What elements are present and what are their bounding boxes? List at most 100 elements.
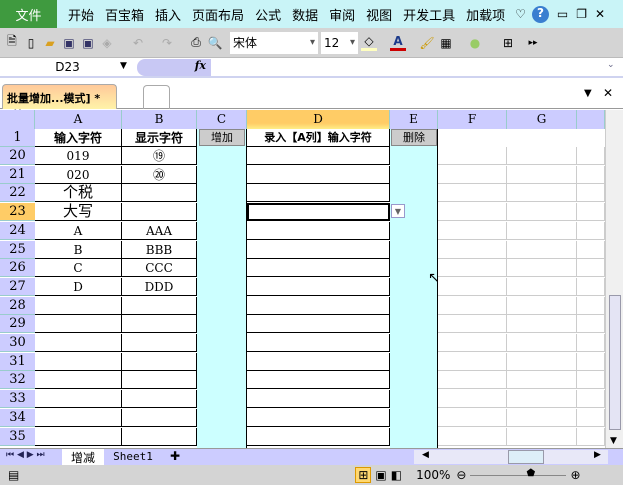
cell-b[interactable]: DDD: [122, 277, 197, 296]
row-header[interactable]: 27: [0, 277, 35, 296]
normal-view-icon[interactable]: ⊞: [355, 467, 372, 483]
format-painter-icon[interactable]: 🖌: [419, 35, 435, 51]
cell[interactable]: [438, 334, 507, 352]
row-header[interactable]: 21: [0, 165, 35, 184]
file-menu[interactable]: 文件: [0, 0, 57, 28]
cell-b[interactable]: [122, 296, 197, 315]
cell-d[interactable]: [247, 147, 390, 165]
cell-b[interactable]: [122, 427, 197, 446]
cell-a[interactable]: [35, 408, 122, 427]
cell-b[interactable]: ⑲: [122, 147, 197, 165]
add-button[interactable]: 增加: [199, 129, 245, 146]
column-header[interactable]: B: [122, 110, 197, 129]
menu-item[interactable]: 百宝箱: [105, 5, 144, 24]
cell[interactable]: [507, 240, 577, 259]
cell-d[interactable]: [247, 240, 390, 259]
cell[interactable]: [438, 427, 507, 446]
cell[interactable]: [507, 408, 577, 427]
cell-a[interactable]: [35, 296, 122, 315]
delete-button[interactable]: 删除: [391, 129, 437, 146]
new-template-icon[interactable]: 🗎: [4, 34, 20, 51]
cell-d[interactable]: [247, 277, 390, 296]
menu-item[interactable]: 公式: [255, 5, 281, 24]
cell[interactable]: [438, 147, 507, 165]
cell-d[interactable]: [247, 352, 390, 371]
cell[interactable]: [507, 165, 577, 184]
cell-b[interactable]: [122, 408, 197, 427]
cell-b[interactable]: ⑳: [122, 165, 197, 184]
cell[interactable]: [507, 184, 577, 203]
heart-icon[interactable]: ♡: [515, 7, 526, 21]
cell-a[interactable]: D: [35, 277, 122, 296]
vertical-scrollbar[interactable]: ▼: [605, 110, 623, 448]
expand-formula-icon[interactable]: ⌄: [607, 60, 615, 70]
styles-icon[interactable]: ▦: [438, 35, 454, 51]
cell[interactable]: [577, 315, 605, 334]
cell-d[interactable]: [247, 203, 390, 222]
cell-a[interactable]: [35, 352, 122, 371]
cell-a[interactable]: 个税: [35, 184, 122, 203]
name-box-dropdown-icon[interactable]: ▼: [120, 61, 127, 71]
menu-item[interactable]: 页面布局: [192, 5, 244, 24]
cell[interactable]: [507, 390, 577, 409]
save-as-icon[interactable]: ▣: [80, 35, 96, 51]
new-tab-button[interactable]: [143, 85, 170, 109]
cell-b[interactable]: [122, 390, 197, 409]
cell-b[interactable]: [122, 334, 197, 352]
header-cell-a[interactable]: 输入字符: [35, 129, 122, 147]
column-header[interactable]: G: [507, 110, 577, 129]
cell-a[interactable]: [35, 427, 122, 446]
borders-icon[interactable]: ⊞: [500, 35, 516, 51]
menu-item[interactable]: 插入: [155, 5, 181, 24]
cell[interactable]: [577, 352, 605, 371]
menu-item[interactable]: 加载项: [466, 5, 505, 24]
print-icon[interactable]: ⎙: [188, 35, 204, 51]
row-header[interactable]: 1: [0, 129, 35, 147]
page-layout-icon[interactable]: ▣: [375, 468, 386, 482]
cell[interactable]: [438, 221, 507, 240]
save-icon[interactable]: ▣: [61, 35, 77, 51]
header-cell-d[interactable]: 录入【A列】输入字符: [247, 129, 390, 147]
cell[interactable]: [577, 277, 605, 296]
help-icon[interactable]: ?: [531, 5, 549, 23]
font-color-icon[interactable]: A: [390, 34, 406, 51]
cell[interactable]: [577, 203, 605, 222]
cell-b[interactable]: [122, 371, 197, 390]
close-icon[interactable]: ✕: [595, 7, 605, 21]
open-icon[interactable]: ▰: [42, 35, 58, 51]
more-icon[interactable]: ▸▸: [525, 35, 541, 51]
cell-a[interactable]: 020: [35, 165, 122, 184]
horizontal-scrollbar[interactable]: ◀ ▶: [414, 450, 608, 464]
cell-b[interactable]: [122, 184, 197, 203]
cell[interactable]: [507, 221, 577, 240]
cell-a[interactable]: B: [35, 240, 122, 259]
minimize-icon[interactable]: ▭: [557, 7, 568, 21]
cell-b[interactable]: [122, 203, 197, 222]
cell[interactable]: [507, 352, 577, 371]
cell[interactable]: [507, 259, 577, 278]
insert-function-button[interactable]: fx: [137, 59, 211, 76]
sheet-tab-active[interactable]: 增减: [62, 449, 104, 465]
close-document-icon[interactable]: ✕: [603, 86, 613, 100]
cell-d[interactable]: [247, 184, 390, 203]
cell[interactable]: [577, 147, 605, 165]
zoom-in-icon[interactable]: ⊕: [570, 468, 580, 482]
cell[interactable]: [438, 203, 507, 222]
menu-item[interactable]: 开发工具: [403, 5, 455, 24]
page-break-icon[interactable]: ◧: [391, 468, 402, 482]
zoom-out-icon[interactable]: ⊖: [456, 468, 466, 482]
menu-item[interactable]: 数据: [292, 5, 318, 24]
cell[interactable]: [577, 371, 605, 390]
tab-list-icon[interactable]: ▼: [584, 88, 592, 99]
document-tab[interactable]: 批量增加...模式] * ✕: [2, 84, 117, 119]
cell-a[interactable]: 大写: [35, 203, 122, 222]
column-header[interactable]: A: [35, 110, 122, 129]
row-header[interactable]: 26: [0, 259, 35, 278]
column-header[interactable]: F: [438, 110, 507, 129]
name-box[interactable]: D23: [0, 58, 135, 77]
cell-a[interactable]: [35, 371, 122, 390]
sheet-nav-icons[interactable]: ⏮ ◀ ▶ ⏭: [6, 450, 45, 460]
cell-b[interactable]: AAA: [122, 221, 197, 240]
row-header[interactable]: 30: [0, 334, 35, 352]
redo-icon[interactable]: ↷: [159, 35, 175, 51]
